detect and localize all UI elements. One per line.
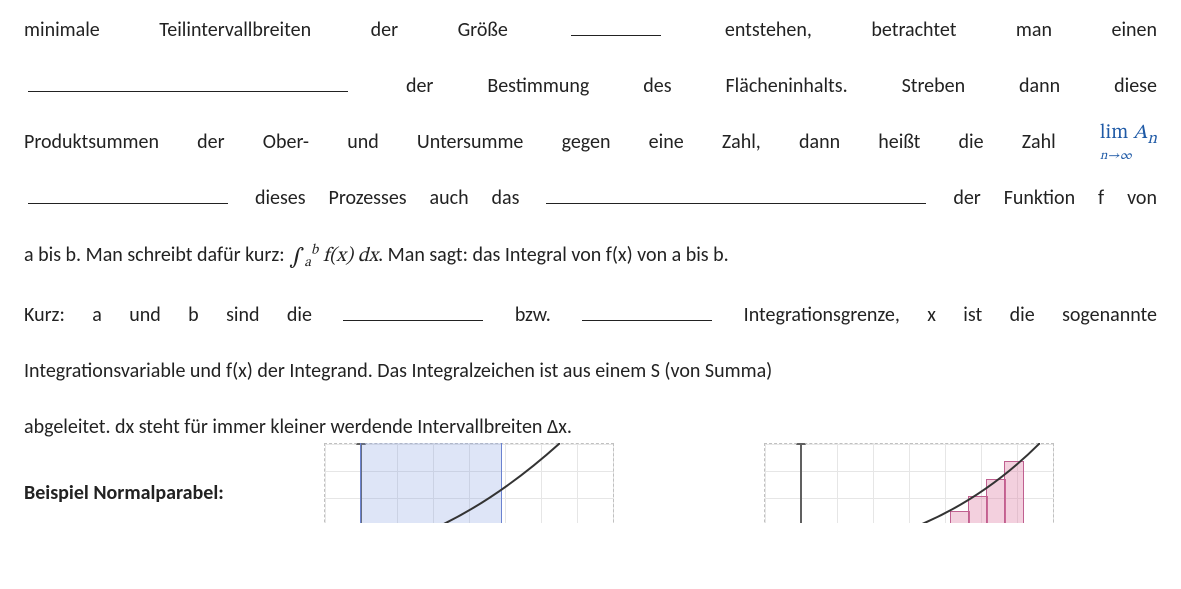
text: Zahl, xyxy=(722,130,761,154)
text: der Funktion f von xyxy=(953,186,1157,210)
document-page: minimale Teilintervallbreiten der Größe … xyxy=(0,4,1181,531)
text: . Man sagt: das Integral von f(x) von a … xyxy=(378,243,729,267)
figure-row: Beispiel Normalparabel: xyxy=(24,443,1157,523)
text: dann xyxy=(799,130,840,154)
lim-label: lim xyxy=(1100,123,1128,143)
text: eine xyxy=(649,130,684,154)
text: man xyxy=(1016,18,1052,42)
integral-symbol: ∫ xyxy=(289,247,304,269)
paragraph-line-6: Kurz: a und b sind die bzw. Integrations… xyxy=(24,289,1157,341)
paragraph-line-5: a bis b. Man schreibt dafür kurz: ∫ab f(… xyxy=(24,228,1157,285)
math-limit: lim An n→∞ xyxy=(1100,123,1157,163)
text: dann xyxy=(1019,74,1060,98)
text: Ober- xyxy=(263,130,309,154)
figure-lower-sum xyxy=(764,443,1054,523)
parabola-curve xyxy=(800,443,1040,523)
text: gegen xyxy=(562,130,611,154)
paragraph-line-3: Produktsummen der Ober- und Untersumme g… xyxy=(24,116,1157,168)
text: Kurz: a und b sind die xyxy=(24,303,312,327)
integral-lower: a xyxy=(304,256,311,270)
lim-A-sub: n xyxy=(1147,130,1157,147)
text: einen xyxy=(1112,18,1158,42)
text: Flächeninhalts. xyxy=(725,74,847,98)
text: Integrationsgrenze, x ist die sogenannte xyxy=(744,303,1157,327)
text: bzw. xyxy=(515,303,551,327)
text: heißt xyxy=(878,130,920,154)
text: Streben xyxy=(902,74,966,98)
example-heading: Beispiel Normalparabel: xyxy=(24,467,224,519)
paragraph-line-7: Integrationsvariable und f(x) der Integr… xyxy=(24,345,1157,397)
fill-blank[interactable] xyxy=(582,300,712,321)
text: der xyxy=(197,130,224,154)
math-integral: ∫ab f(x) dx xyxy=(289,246,378,266)
text: a bis b. Man schreibt dafür kurz: xyxy=(24,243,289,267)
fill-blank[interactable] xyxy=(28,71,348,92)
text: Bestimmung xyxy=(487,74,589,98)
text: die xyxy=(958,130,983,154)
paragraph-line-2: der Bestimmung des Flächeninhalts. Streb… xyxy=(24,60,1157,112)
paragraph-line-4: dieses Prozesses auch das der Funktion f… xyxy=(24,172,1157,224)
integral-dx: dx xyxy=(358,246,378,266)
text: Teilintervallbreiten xyxy=(159,18,311,42)
text: Untersumme xyxy=(417,130,523,154)
text: und xyxy=(347,130,379,154)
text: Produktsummen xyxy=(24,130,159,154)
parabola-curve xyxy=(360,443,560,523)
fill-blank[interactable] xyxy=(571,15,661,36)
fill-blank[interactable] xyxy=(546,183,926,204)
fill-blank[interactable] xyxy=(28,183,228,204)
integral-upper: b xyxy=(311,243,318,257)
figure-upper-sum xyxy=(324,443,614,523)
fill-blank[interactable] xyxy=(343,300,483,321)
text: der xyxy=(371,18,398,42)
text: entstehen, xyxy=(725,18,812,42)
text: minimale xyxy=(24,18,100,42)
text: dieses Prozesses auch das xyxy=(255,186,520,210)
text: Größe xyxy=(458,18,508,42)
lim-A: A xyxy=(1133,123,1147,143)
text: betrachtet xyxy=(871,18,956,42)
text: des xyxy=(643,74,671,98)
lim-bound: n→∞ xyxy=(1100,150,1157,163)
integral-fx: f(x) xyxy=(323,246,353,266)
text: Zahl xyxy=(1022,130,1056,154)
text: diese xyxy=(1114,74,1157,98)
paragraph-line-1: minimale Teilintervallbreiten der Größe … xyxy=(24,4,1157,56)
text: der xyxy=(406,74,433,98)
